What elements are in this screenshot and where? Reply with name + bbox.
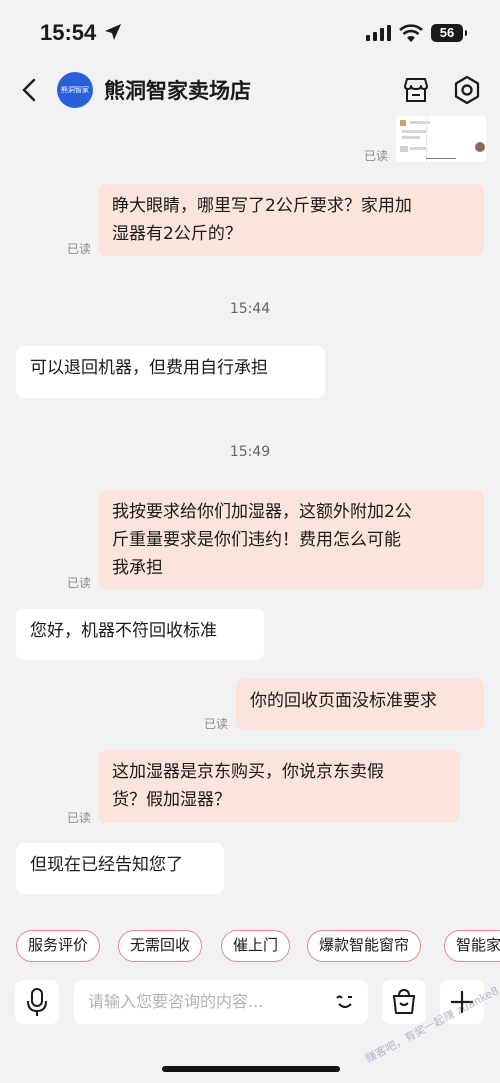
timestamp: 15:44	[229, 301, 271, 317]
quick-reply-chip[interactable]: 智能家	[444, 930, 500, 962]
timestamp: 15:49	[229, 444, 271, 460]
store-button[interactable]	[400, 74, 432, 106]
image-message[interactable]	[396, 116, 486, 162]
shop-avatar[interactable]: 熊洞智家	[57, 72, 93, 108]
read-receipt: 已读	[204, 717, 229, 731]
shopping-bag-icon	[393, 988, 415, 1014]
message-text: 货？假加湿器？	[112, 790, 231, 810]
message-bubble-outgoing[interactable]: 睁大眼睛，哪里写了2公斤要求？家用加 湿器有2公斤的？	[98, 184, 484, 256]
message-bubble-incoming[interactable]: 您好，机器不符回收标准	[16, 609, 264, 660]
message-bubble-incoming[interactable]: 可以退回机器，但费用自行承担	[16, 346, 325, 398]
wifi-icon	[399, 24, 423, 46]
read-receipt: 已读	[67, 242, 92, 256]
quick-reply-bar: 服务评价 无需回收 催上门 爆款智能窗帘 智能家	[0, 928, 500, 964]
message-bubble-outgoing[interactable]: 这加湿器是京东购买，你说京东卖假 货？假加湿器？	[98, 750, 460, 823]
quick-reply-chip[interactable]: 爆款智能窗帘	[307, 930, 422, 962]
quick-reply-chip[interactable]: 服务评价	[16, 930, 101, 962]
status-bar: 15:54 56	[0, 0, 500, 62]
message-text: 我按要求给你们加湿器，这额外附加2公	[112, 502, 412, 522]
message-text: 睁大眼睛，哪里写了2公斤要求？家用加	[112, 196, 412, 216]
product-button[interactable]	[382, 980, 426, 1024]
chevron-left-icon	[22, 78, 36, 102]
read-receipt: 已读	[67, 576, 92, 590]
read-receipt: 已读	[364, 149, 389, 163]
read-receipt: 已读	[67, 811, 92, 825]
quick-reply-chip[interactable]: 催上门	[221, 930, 291, 962]
message-bubble-incoming[interactable]: 但现在已经告知您了	[16, 843, 224, 894]
chat-header: 熊洞智家 熊洞智家卖场店	[0, 62, 500, 118]
message-text: 我承担	[112, 558, 163, 578]
home-indicator[interactable]	[162, 1066, 340, 1072]
message-bubble-outgoing[interactable]: 你的回收页面没标准要求	[236, 679, 484, 730]
location-arrow-icon	[104, 23, 122, 45]
battery-indicator: 56	[431, 24, 467, 42]
gear-icon	[454, 75, 480, 105]
voice-input-button[interactable]	[15, 980, 59, 1024]
shop-name[interactable]: 熊洞智家卖场店	[104, 75, 251, 105]
status-time: 15:54	[40, 20, 97, 45]
message-input[interactable]: 请输入您要咨询的内容...	[74, 980, 368, 1024]
message-text: 湿器有2公斤的？	[112, 224, 242, 244]
microphone-icon	[27, 988, 47, 1016]
message-text: 可以退回机器，但费用自行承担	[30, 358, 268, 378]
quick-reply-chip[interactable]: 无需回收	[118, 930, 203, 962]
settings-button[interactable]	[450, 73, 484, 107]
cellular-signal-icon	[366, 25, 392, 45]
message-bubble-outgoing[interactable]: 我按要求给你们加湿器，这额外附加2公 斤重量要求是你们违约！费用怎么可能 我承担	[98, 490, 484, 590]
store-icon	[404, 78, 428, 102]
message-text: 您好，机器不符回收标准	[30, 621, 217, 641]
emoji-icon[interactable]	[332, 989, 358, 1019]
back-button[interactable]	[16, 74, 44, 106]
message-text: 这加湿器是京东购买，你说京东卖假	[112, 762, 384, 782]
message-text: 你的回收页面没标准要求	[250, 691, 437, 711]
message-text: 斤重量要求是你们违约！费用怎么可能	[112, 530, 401, 550]
message-text: 但现在已经告知您了	[30, 855, 183, 875]
